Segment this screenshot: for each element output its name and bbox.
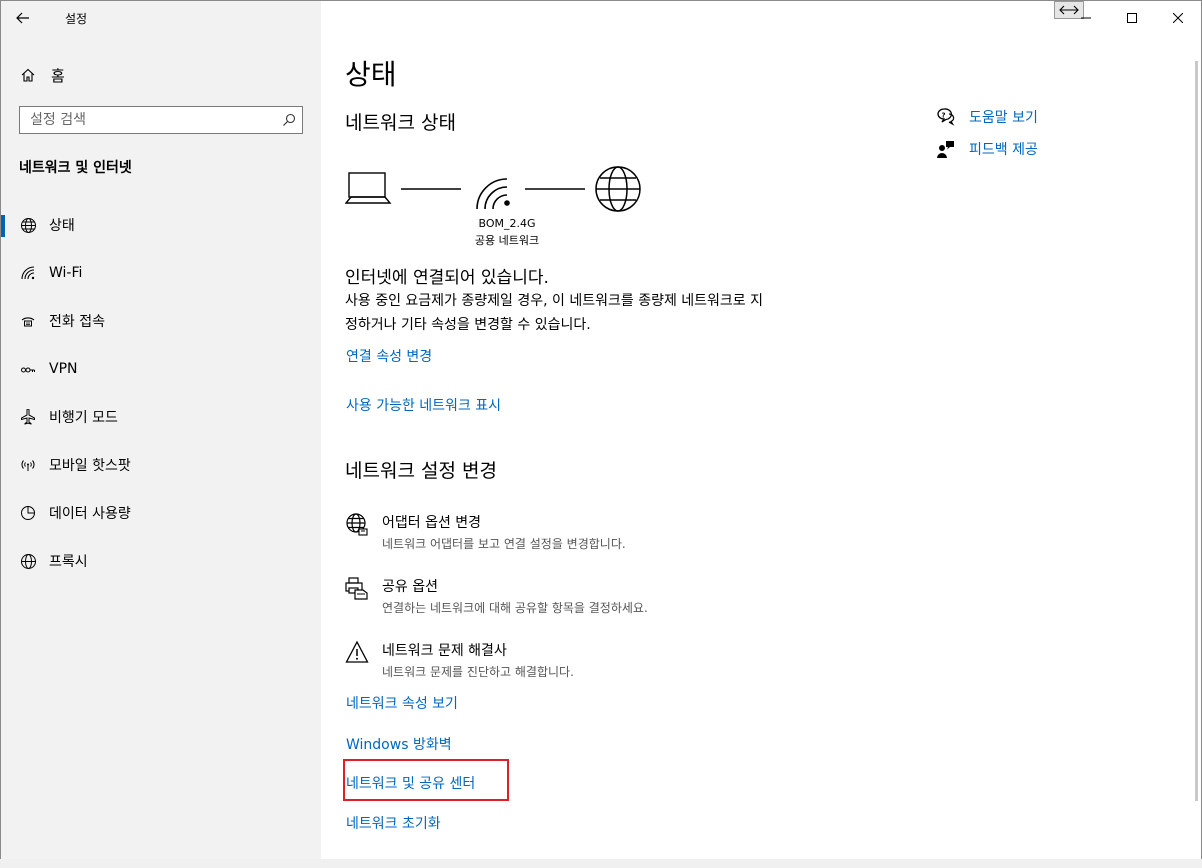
setting-description: 네트워크 어댑터를 보고 연결 설정을 변경합니다. xyxy=(382,537,626,551)
help-chat-icon: ? xyxy=(935,106,957,128)
sidebar-item-label: 프록시 xyxy=(49,554,88,570)
warning-icon xyxy=(345,640,369,664)
close-icon xyxy=(1173,13,1183,23)
back-button[interactable] xyxy=(9,5,37,31)
network-reset-link[interactable]: 네트워크 초기화 xyxy=(346,813,441,833)
setting-description: 연결하는 네트워크에 대해 공유할 항목을 결정하세요. xyxy=(382,601,648,615)
sidebar-item-label: 전화 접속 xyxy=(49,314,105,330)
globe-icon xyxy=(19,552,37,570)
internet-globe-icon xyxy=(595,166,641,212)
maximize-button[interactable] xyxy=(1109,1,1155,35)
sidebar-item-vpn[interactable]: VPN xyxy=(1,345,321,393)
sidebar-item-hotspot[interactable]: 모바일 핫스팟 xyxy=(1,441,321,489)
view-network-properties-link[interactable]: 네트워크 속성 보기 xyxy=(346,693,458,713)
help-link[interactable]: ? 도움말 보기 xyxy=(935,101,1038,133)
adapter-options-item[interactable]: 어댑터 옵션 변경 네트워크 어댑터를 보고 연결 설정을 변경합니다. xyxy=(345,512,845,558)
network-troubleshooter-item[interactable]: 네트워크 문제 해결사 네트워크 문제를 진단하고 해결합니다. xyxy=(345,640,845,686)
network-type: 공용 네트워크 xyxy=(474,234,540,247)
svg-text:?: ? xyxy=(942,112,946,120)
show-available-networks-link[interactable]: 사용 가능한 네트워크 표시 xyxy=(346,395,501,415)
adapter-globe-icon xyxy=(345,512,369,536)
airplane-icon xyxy=(19,408,37,426)
window-controls xyxy=(1063,1,1201,35)
nav-home[interactable]: 홈 xyxy=(19,63,309,87)
change-settings-heading: 네트워크 설정 변경 xyxy=(345,460,497,482)
laptop-icon xyxy=(344,172,392,204)
data-usage-icon xyxy=(19,504,37,522)
network-name: BOM_2.4G xyxy=(478,217,536,230)
sidebar-item-label: 모바일 핫스팟 xyxy=(49,458,131,474)
connection-description: 사용 중인 요금제가 종량제일 경우, 이 네트워크를 종량제 네트워크로 지정… xyxy=(345,293,764,333)
wifi-signal-icon xyxy=(476,178,510,210)
sidebar-item-wifi[interactable]: Wi-Fi xyxy=(1,249,321,297)
sidebar-item-label: 데이터 사용량 xyxy=(49,506,131,522)
sidebar-item-airplane[interactable]: 비행기 모드 xyxy=(1,393,321,441)
sidebar-item-label: 상태 xyxy=(49,218,75,234)
sidebar-section-title: 네트워크 및 인터넷 xyxy=(19,160,132,176)
sidebar-item-label: 비행기 모드 xyxy=(49,410,118,426)
vpn-icon xyxy=(19,360,37,378)
minimize-icon xyxy=(1081,17,1091,19)
globe-status-icon xyxy=(19,216,37,234)
minimize-button[interactable] xyxy=(1063,1,1109,35)
feedback-person-icon xyxy=(935,138,957,160)
change-connection-properties-link[interactable]: 연결 속성 변경 xyxy=(346,346,432,366)
scrollbar[interactable] xyxy=(1195,61,1198,801)
wifi-icon xyxy=(19,264,37,282)
sidebar-item-data-usage[interactable]: 데이터 사용량 xyxy=(1,489,321,537)
network-diagram-graphic xyxy=(344,166,641,212)
help-label: 도움말 보기 xyxy=(969,110,1038,126)
sharing-options-item[interactable]: 공유 옵션 연결하는 네트워크에 대해 공유할 항목을 결정하세요. xyxy=(345,576,845,622)
sharing-printer-icon xyxy=(345,576,369,600)
sidebar-item-label: VPN xyxy=(49,361,78,377)
related-links: ? 도움말 보기 피드백 제공 xyxy=(935,101,1038,165)
network-diagram: BOM_2.4G 공용 네트워크 xyxy=(344,165,645,249)
sidebar-item-dialup[interactable]: 전화 접속 xyxy=(1,297,321,345)
hotspot-icon xyxy=(19,456,37,474)
maximize-icon xyxy=(1127,13,1137,23)
main-content: 상태 네트워크 상태 BOM_2.4G 공용 네트워크 인터넷에 연결되어 있습… xyxy=(321,1,1201,859)
setting-title: 공유 옵션 xyxy=(382,579,438,595)
settings-window: 설정 홈 네트워크 및 인터넷 상태 xyxy=(0,0,1202,860)
close-button[interactable] xyxy=(1155,1,1201,35)
setting-description: 네트워크 문제를 진단하고 해결합니다. xyxy=(382,665,574,679)
feedback-label: 피드백 제공 xyxy=(969,142,1038,158)
sidebar-nav: 상태 Wi-Fi 전화 접속 VPN 비행기 모드 모바일 핫스팟 데이터 사용… xyxy=(1,201,321,585)
back-arrow-icon xyxy=(16,12,29,24)
dialup-icon xyxy=(19,312,37,330)
connection-status: 인터넷에 연결되어 있습니다. xyxy=(345,268,549,288)
sidebar: 설정 홈 네트워크 및 인터넷 상태 xyxy=(1,1,321,859)
sidebar-item-label: Wi-Fi xyxy=(49,265,83,281)
window-shadow xyxy=(0,859,1202,868)
home-icon xyxy=(19,66,37,84)
title-bar: 설정 xyxy=(1,1,321,35)
search-box[interactable] xyxy=(19,106,303,134)
sidebar-item-status[interactable]: 상태 xyxy=(1,201,321,249)
home-label: 홈 xyxy=(51,66,65,85)
setting-title: 어댑터 옵션 변경 xyxy=(382,515,482,531)
network-status-heading: 네트워크 상태 xyxy=(345,112,456,134)
windows-firewall-link[interactable]: Windows 방화벽 xyxy=(346,734,452,754)
setting-title: 네트워크 문제 해결사 xyxy=(382,643,507,659)
sidebar-item-proxy[interactable]: 프록시 xyxy=(1,537,321,585)
feedback-link[interactable]: 피드백 제공 xyxy=(935,133,1038,165)
search-input[interactable] xyxy=(20,111,276,129)
search-icon[interactable] xyxy=(276,113,302,127)
network-sharing-center-link[interactable]: 네트워크 및 공유 센터 xyxy=(346,773,475,793)
page-title: 상태 xyxy=(345,58,397,91)
app-title: 설정 xyxy=(65,12,88,26)
